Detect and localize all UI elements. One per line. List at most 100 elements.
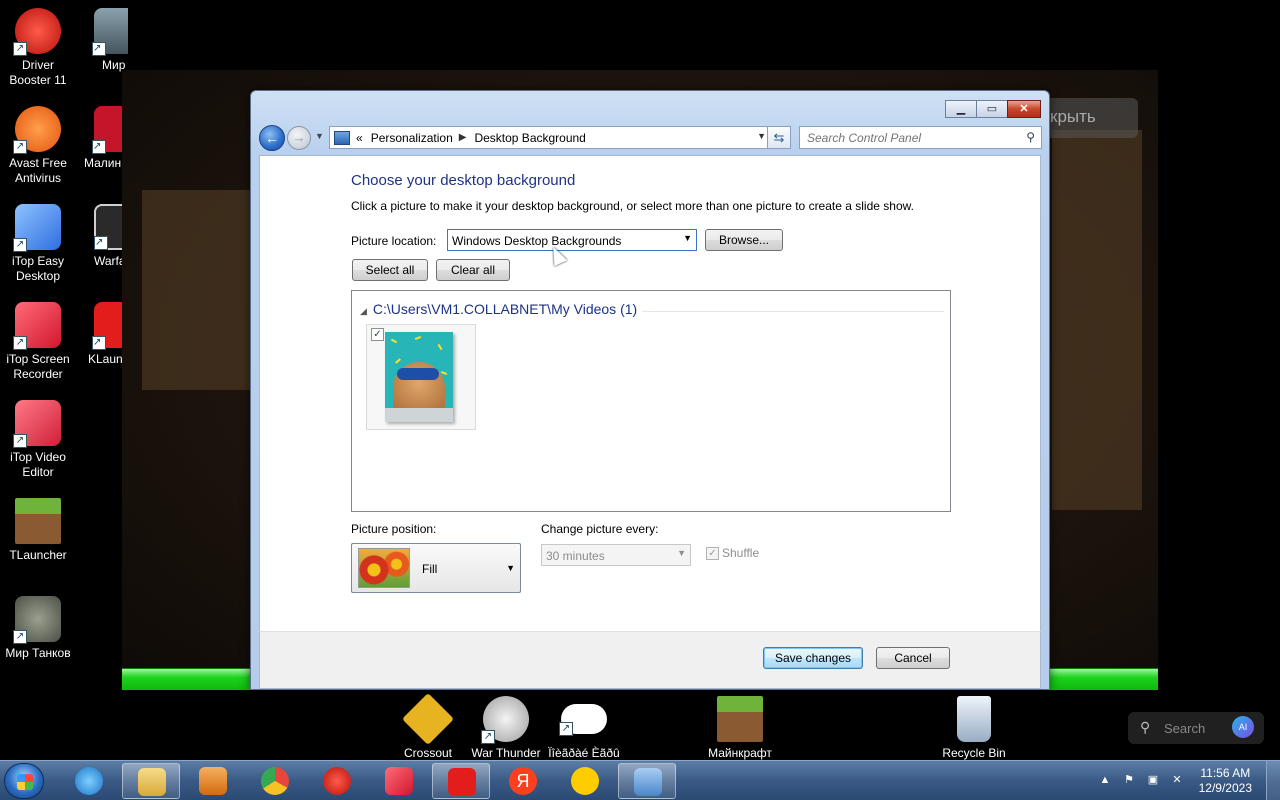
shortcut-arrow-icon: ↗ [92, 42, 106, 56]
desktop-icon-label: Майнкрафт [708, 746, 772, 760]
klauncher-icon [448, 768, 476, 796]
shortcut-arrow-icon: ↗ [13, 42, 27, 56]
picture-group-header[interactable]: ◢ C:\Users\VM1.COLLABNET\My Videos (1) [360, 301, 637, 317]
cancel-button[interactable]: Cancel [876, 647, 950, 669]
gamepad-icon: ↗ [559, 704, 607, 736]
refresh-button[interactable]: ⇆ [767, 126, 791, 149]
desktop-icon-tlauncher[interactable]: TLauncher [0, 498, 76, 563]
desktop-icon-minecraft[interactable]: Майнкрафт [702, 696, 778, 761]
avast-icon: ↗ [13, 106, 61, 154]
desktop-icon-label: Мир Кораб [102, 58, 128, 72]
picture-thumbnail[interactable]: ✓ [366, 324, 476, 430]
shortcut-arrow-icon: ↗ [13, 336, 27, 350]
breadcrumb-separator-icon[interactable]: ▶ [459, 132, 467, 143]
browse-button[interactable]: Browse... [705, 229, 783, 251]
picture-list[interactable]: ◢ C:\Users\VM1.COLLABNET\My Videos (1) ✓ [351, 290, 951, 512]
clear-all-button[interactable]: Clear all [436, 259, 510, 281]
select-all-button[interactable]: Select all [352, 259, 428, 281]
taskbar-itop-screen-recorder[interactable] [370, 763, 428, 799]
clock-date: 12/9/2023 [1198, 781, 1252, 795]
desktop-icon-driver-booster[interactable]: ↗ Driver Booster 11 [0, 8, 76, 88]
shuffle-checkbox[interactable]: ✓ [706, 547, 719, 560]
picture-location-select[interactable]: Windows Desktop Backgrounds ▼ [447, 229, 697, 251]
desktop-icon-label: iTop Video Editor [10, 450, 66, 479]
taskbar-media-player[interactable] [184, 763, 242, 799]
desktop-icon-label: Ïîèãðàé Èãðû [548, 746, 620, 760]
dog-picture-image [385, 332, 453, 422]
desktop-icon-klauncher[interactable]: ↗ KLaun [78, 302, 122, 367]
ai-assistant-icon[interactable]: AI [1232, 716, 1254, 738]
shortcut-arrow-icon: ↗ [13, 140, 27, 154]
desktop-icon-label: iTop Screen Recorder [6, 352, 70, 381]
forward-button[interactable]: → [287, 126, 311, 150]
picture-position-select[interactable]: Fill ▼ [351, 543, 521, 593]
close-button[interactable]: ✕ [1007, 100, 1041, 118]
taskbar: Я ▲ ⚑ ▣ ✕ 11:56 AM 12/9/2023 [0, 760, 1280, 800]
taskbar-file-explorer[interactable] [122, 763, 180, 799]
taskbar-chrome[interactable] [246, 763, 304, 799]
volume-muted-icon[interactable]: ✕ [1170, 773, 1184, 787]
system-clock[interactable]: 11:56 AM 12/9/2023 [1199, 766, 1252, 796]
taskbar-yandex-music[interactable] [556, 763, 614, 799]
start-button[interactable] [4, 763, 44, 799]
change-picture-every-select[interactable]: 30 minutes ▼ [541, 544, 691, 566]
collapse-triangle-icon[interactable]: ◢ [360, 306, 367, 316]
taskbar-yandex[interactable]: Я [494, 763, 552, 799]
page-title: Choose your desktop background [351, 172, 576, 189]
shortcut-arrow-icon: ↗ [559, 722, 573, 736]
background-art [142, 190, 262, 390]
search-widget-placeholder: Search [1164, 721, 1206, 736]
search-control-panel[interactable]: ⚲ [799, 126, 1042, 149]
folder-icon [138, 768, 166, 796]
desktop-icon-itop-easy-desktop[interactable]: ↗ iTop Easy Desktop [0, 204, 76, 284]
desktop-icon-games[interactable]: ↗ Ïîèãðàé Èãðû [546, 696, 622, 761]
back-button[interactable]: ← [259, 125, 285, 151]
breadcrumb-personalization[interactable]: Personalization [371, 131, 453, 145]
screen-recorder-icon [385, 767, 413, 795]
taskbar-driver-booster[interactable] [308, 763, 366, 799]
chevron-down-icon: ▼ [683, 233, 692, 243]
minimize-button[interactable]: ▁ [945, 100, 977, 118]
taskbar-internet-explorer[interactable] [60, 763, 118, 799]
malinovka-icon: ↗ [92, 106, 122, 154]
search-input[interactable] [800, 127, 1010, 148]
search-widget[interactable]: ⚲ Search AI [1128, 712, 1264, 744]
desktop-icon-itop-video-editor[interactable]: ↗ iTop Video Editor [0, 400, 76, 480]
breadcrumb-desktop-background[interactable]: Desktop Background [474, 131, 585, 145]
search-icon[interactable]: ⚲ [1026, 130, 1035, 144]
desktop-icon-mir-korabley[interactable]: ↗ Мир Кораб [78, 8, 128, 73]
desktop-icon-crossout[interactable]: Crossout [390, 692, 466, 761]
desktop-icon-avast[interactable]: ↗ Avast Free Antivirus [0, 106, 76, 186]
address-bar[interactable]: « Personalization ▶ Desktop Background ▼ [329, 126, 773, 149]
action-center-icon[interactable]: ⚑ [1122, 773, 1136, 787]
media-player-icon [199, 767, 227, 795]
mir-korabley-icon: ↗ [92, 8, 128, 56]
show-hidden-icons-button[interactable]: ▲ [1098, 773, 1112, 787]
shortcut-arrow-icon: ↗ [92, 140, 106, 154]
maximize-button[interactable]: ▭ [976, 100, 1008, 118]
desktop-icon-warface[interactable]: ↗ Warfa [78, 204, 122, 269]
group-divider [642, 311, 944, 312]
save-changes-button[interactable]: Save changes [763, 647, 863, 669]
recent-pages-dropdown[interactable]: ▼ [315, 131, 324, 141]
desktop-icon-itop-screen-recorder[interactable]: ↗ iTop Screen Recorder [0, 302, 76, 382]
desktop-icon-label: iTop Easy Desktop [11, 254, 65, 283]
desktop-icon-mir-tankov[interactable]: ↗ Мир Танков [0, 596, 76, 661]
thumbnail-checkbox[interactable]: ✓ [371, 328, 384, 341]
taskbar-control-panel[interactable] [618, 763, 676, 799]
show-desktop-button[interactable] [1266, 761, 1280, 800]
back-arrow-icon: ← [265, 130, 279, 146]
shortcut-arrow-icon: ↗ [13, 630, 27, 644]
address-dropdown-icon[interactable]: ▼ [757, 131, 766, 141]
desktop-background-window: ▁ ▭ ✕ ← → ▼ « Personalization ▶ Desktop … [250, 90, 1050, 690]
page-description: Click a picture to make it your desktop … [351, 199, 914, 213]
desktop-icon-war-thunder[interactable]: ↗ War Thunder [468, 696, 544, 761]
network-icon[interactable]: ▣ [1146, 773, 1160, 787]
desktop-icon-malinovka[interactable]: ↗ Малин [78, 106, 122, 171]
shortcut-arrow-icon: ↗ [13, 238, 27, 252]
breadcrumb-prefix[interactable]: « [356, 131, 363, 145]
shortcut-arrow-icon: ↗ [13, 434, 27, 448]
desktop-icon-recycle-bin[interactable]: Recycle Bin [936, 696, 1012, 761]
taskbar-klauncher[interactable] [432, 763, 490, 799]
chevron-down-icon: ▼ [677, 548, 686, 558]
